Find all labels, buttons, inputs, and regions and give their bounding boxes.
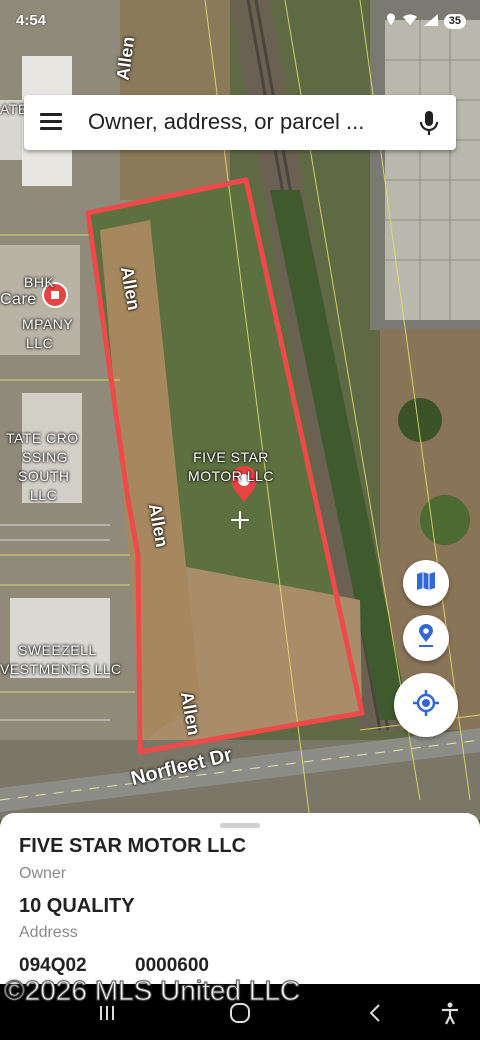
place-label-llc-1: LLC: [26, 335, 54, 351]
address-label: Address: [19, 924, 78, 941]
wifi-icon: [402, 13, 418, 29]
place-label-care: Care: [0, 291, 37, 308]
menu-icon[interactable]: [40, 113, 62, 131]
parcel-info-sheet[interactable]: FIVE STAR MOTOR LLC Owner 10 QUALITY Add…: [0, 813, 480, 993]
address-value: 10 QUALITY: [19, 895, 135, 917]
parcel-id-prefix: 094Q02: [19, 955, 87, 976]
pin-icon: [416, 623, 436, 653]
accessibility-button[interactable]: [435, 998, 465, 1028]
mic-icon[interactable]: [418, 110, 440, 136]
drop-pin-button[interactable]: [403, 615, 449, 661]
owner-name: FIVE STAR MOTOR LLC: [19, 835, 247, 857]
search-bar: [24, 95, 456, 150]
place-label-tate-4: LLC: [30, 487, 58, 503]
battery-indicator: 35: [443, 13, 466, 29]
parcel-owner-label: FIVE STAR MOTOR LLC: [188, 449, 274, 484]
map-layers-button[interactable]: [403, 560, 449, 606]
location-status-icon: [386, 13, 396, 29]
status-icons: 35: [386, 13, 466, 29]
back-icon: [360, 1004, 390, 1032]
signal-icon: [423, 13, 438, 29]
place-label-sweezell-1: SWEEZELL: [18, 642, 97, 658]
map-layers-icon: [416, 571, 436, 596]
home-icon: [225, 1003, 255, 1032]
owner-label: Owner: [19, 865, 67, 882]
copyright-watermark: ©2026 MLS United LLC: [3, 975, 301, 1007]
my-location-button[interactable]: [394, 673, 458, 737]
back-button[interactable]: [360, 998, 390, 1028]
locate-icon: [412, 689, 440, 722]
place-label-tate-1: TATE CRO: [6, 430, 79, 446]
status-bar: 4:54 35: [0, 0, 480, 44]
recents-icon: [92, 1006, 122, 1032]
sheet-drag-handle[interactable]: [220, 823, 260, 828]
parcel-id-suffix: 0000600: [135, 955, 209, 976]
place-label-sweezell-2: VESTMENTS LLC: [0, 661, 122, 677]
place-label-tate-3: SOUTH: [18, 468, 70, 484]
search-input[interactable]: [88, 107, 388, 137]
place-label-tate-2: SSING: [22, 449, 69, 465]
place-label-company: MPANY: [22, 316, 74, 332]
status-time: 4:54: [16, 12, 47, 29]
accessibility-icon: [435, 1002, 465, 1032]
